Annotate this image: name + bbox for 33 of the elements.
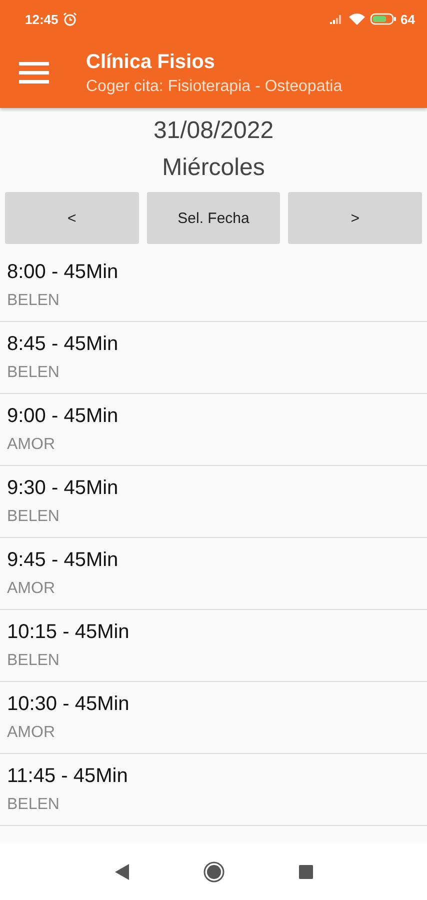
status-time: 12:45 bbox=[25, 12, 58, 26]
slot-time[interactable]: 9:30 - 45Min bbox=[7, 477, 118, 500]
slot-therapist: AMOR bbox=[7, 580, 55, 598]
menu-icon[interactable] bbox=[19, 62, 49, 84]
slot-therapist: BELEN bbox=[7, 652, 60, 670]
slot-time[interactable]: 8:45 - 45Min bbox=[7, 333, 118, 356]
slot-time[interactable]: 11:45 - 45Min bbox=[7, 765, 128, 788]
home-icon[interactable] bbox=[202, 860, 224, 882]
slot-therapist: BELEN bbox=[7, 364, 60, 382]
wifi-icon bbox=[348, 13, 365, 25]
alarm-icon bbox=[63, 12, 78, 26]
slot-time[interactable]: 9:45 - 45Min bbox=[7, 549, 118, 572]
battery-level: 64 bbox=[400, 12, 415, 26]
app-subtitle: Coger cita: Fisioterapia - Osteopatia bbox=[86, 78, 342, 96]
weekday-text: Miércoles bbox=[161, 153, 266, 183]
back-icon[interactable] bbox=[114, 864, 128, 880]
slot-time[interactable]: 9:00 - 45Min bbox=[7, 405, 118, 428]
slot-therapist: BELEN bbox=[7, 796, 60, 814]
slot-time[interactable]: 10:30 - 45Min bbox=[7, 693, 130, 716]
app-title: Clínica Fisios bbox=[86, 50, 216, 74]
slot-therapist: BELEN bbox=[7, 508, 60, 526]
recents-icon[interactable] bbox=[298, 864, 312, 878]
nav-button[interactable]: < bbox=[5, 192, 139, 244]
slot-time[interactable]: 8:00 - 45Min bbox=[7, 261, 118, 284]
slot-therapist: AMOR bbox=[7, 724, 55, 742]
battery-icon bbox=[370, 13, 396, 25]
slot-therapist: BELEN bbox=[7, 292, 60, 310]
slot-therapist: AMOR bbox=[7, 436, 55, 454]
date-text: 31/08/2022 bbox=[152, 116, 275, 146]
signal-icon bbox=[330, 14, 344, 24]
nav-button[interactable]: > bbox=[288, 192, 422, 244]
slot-time[interactable]: 10:15 - 45Min bbox=[7, 621, 130, 644]
nav-button[interactable]: Sel. Fecha bbox=[146, 192, 280, 244]
